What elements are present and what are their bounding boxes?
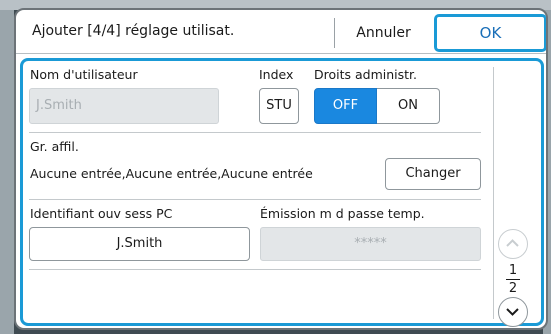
cancel-button[interactable]: Annuler (334, 18, 432, 48)
scroll-up-button[interactable] (498, 229, 528, 259)
background-left-edge (0, 10, 14, 334)
index-button[interactable]: STU (259, 88, 299, 124)
dialog-title-bar: Ajouter [4/4] réglage utilisat. Annuler … (16, 10, 546, 54)
pc-login-button[interactable]: J.Smith (29, 227, 250, 261)
username-field: J.Smith (29, 88, 219, 124)
username-label: Nom d'utilisateur (30, 67, 138, 82)
chevron-down-icon (506, 308, 519, 316)
add-user-dialog: Ajouter [4/4] réglage utilisat. Annuler … (14, 8, 548, 330)
change-group-button[interactable]: Changer (385, 158, 481, 190)
temp-password-field: ***** (260, 227, 481, 261)
dialog-title: Ajouter [4/4] réglage utilisat. (32, 23, 235, 39)
admin-on-toggle[interactable]: ON (377, 88, 440, 124)
settings-panel: Nom d'utilisateur J.Smith Index STU Droi… (20, 58, 544, 327)
chevron-up-icon (506, 239, 519, 247)
page-total: 2 (508, 281, 518, 296)
scroll-down-button[interactable] (498, 297, 528, 327)
group-value: Aucune entrée,Aucune entrée,Aucune entré… (30, 166, 313, 181)
group-label: Gr. affil. (30, 139, 79, 154)
pc-login-label: Identifiant ouv sess PC (30, 206, 173, 221)
admin-rights-label: Droits administr. (314, 67, 418, 82)
divider (29, 269, 481, 270)
page-indicator: 1 2 (498, 263, 528, 296)
divider (29, 199, 481, 200)
ok-button[interactable]: OK (434, 14, 546, 52)
temp-password-label: Émission m d passe temp. (260, 206, 425, 221)
index-label: Index (259, 67, 294, 82)
page-fraction-line (506, 279, 520, 280)
divider (29, 132, 481, 133)
page-current: 1 (508, 263, 518, 278)
scroll-column-divider (493, 67, 494, 319)
admin-off-toggle[interactable]: OFF (314, 88, 377, 124)
